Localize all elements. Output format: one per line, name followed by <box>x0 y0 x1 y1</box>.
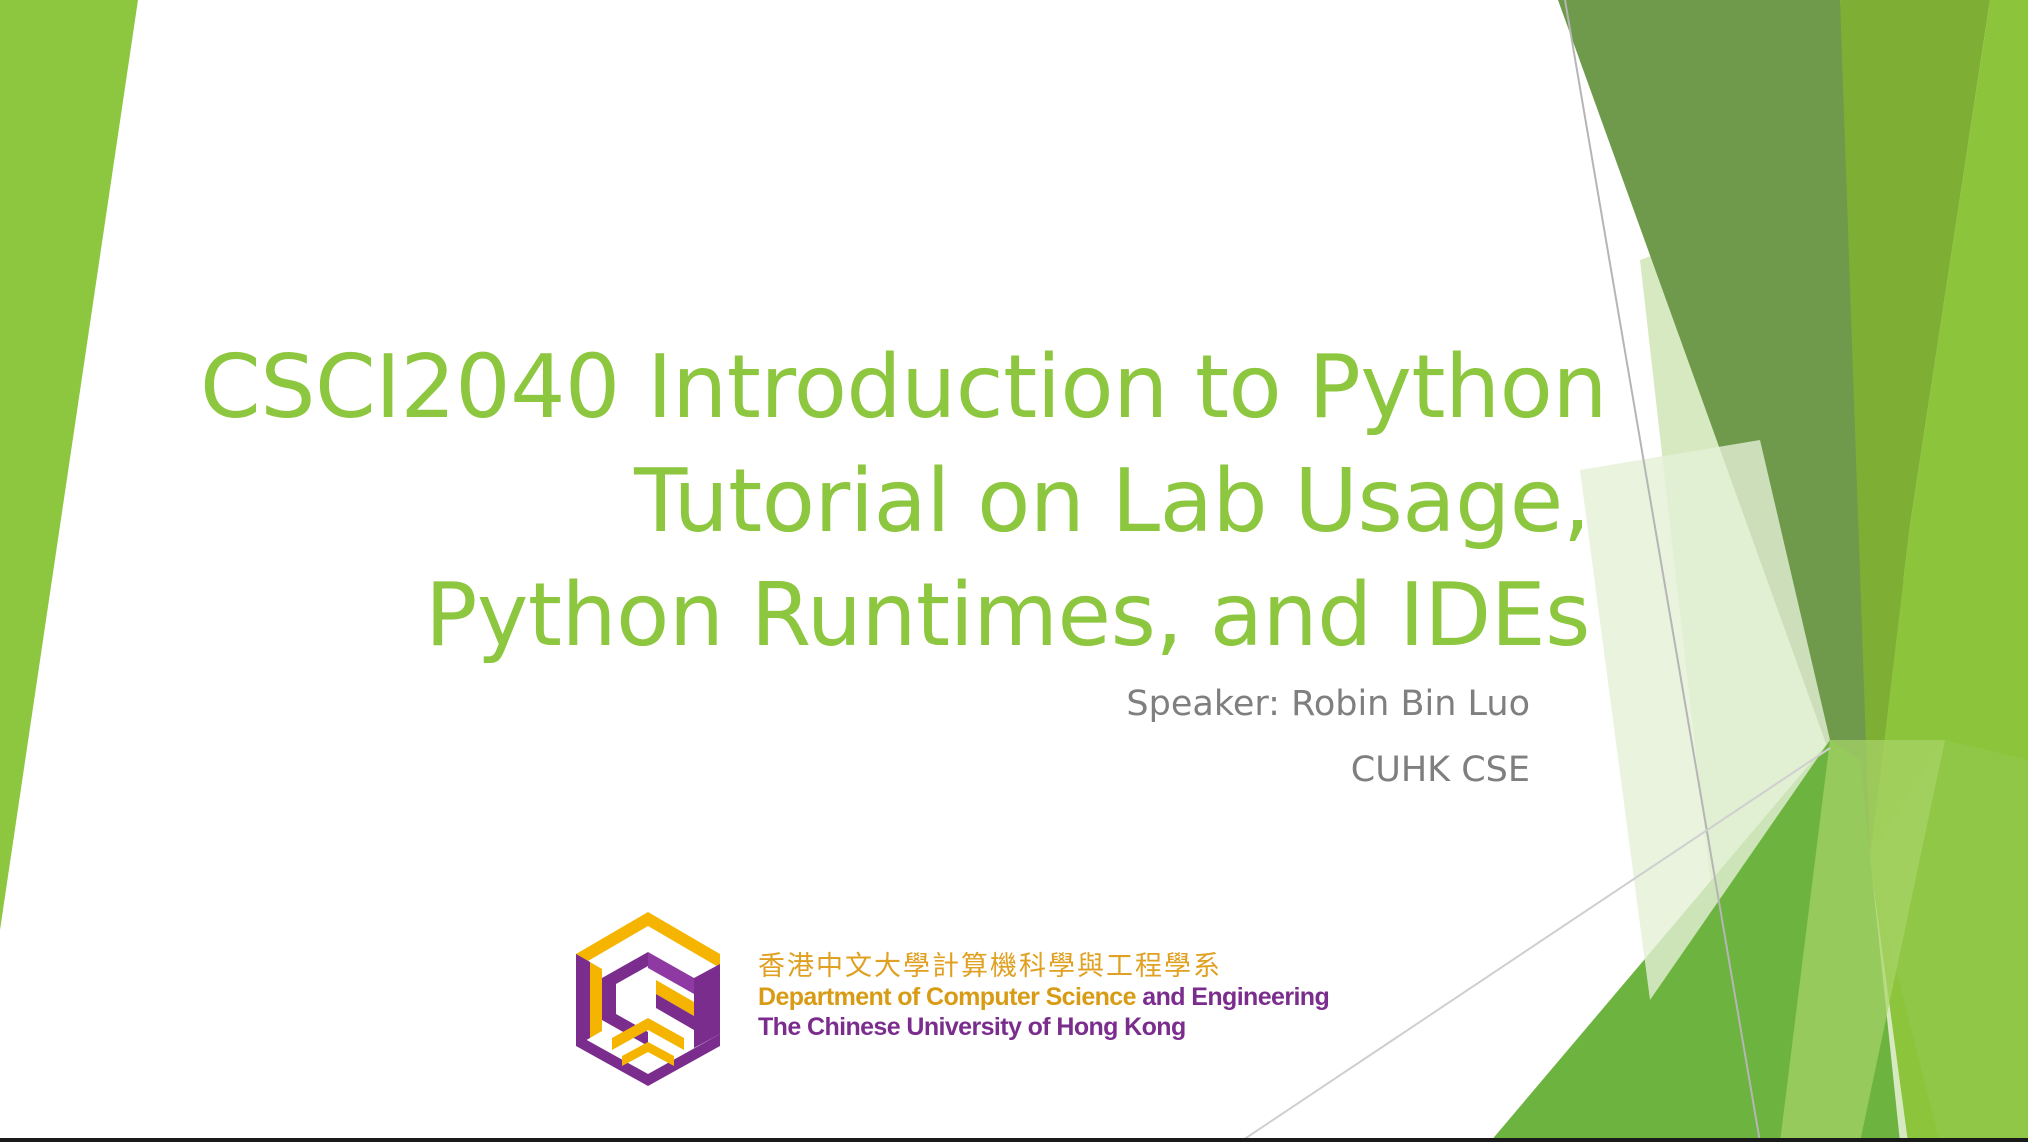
slide-title: CSCI2040 Introduction to Python Tutorial… <box>200 330 1608 672</box>
logo-dept-part2: and Engineering <box>1142 983 1330 1011</box>
logo-chinese-name: 香港中文大學計算機科學與工程學系 <box>758 951 1222 981</box>
affiliation-text: CUHK CSE <box>1350 750 1530 790</box>
title-line-3: Python Runtimes, and IDEs <box>424 564 1591 666</box>
logo-department-name: Department of Computer Science and Engin… <box>758 982 1330 1012</box>
slide: CSCI2040 Introduction to Python Tutorial… <box>0 0 2028 1142</box>
left-green-shape <box>0 0 138 930</box>
speaker-text: Speaker: Robin Bin Luo <box>1126 684 1530 724</box>
cse-hexagon-logo-icon <box>576 912 720 1086</box>
title-line-2: Tutorial on Lab Usage, <box>634 450 1590 552</box>
logo-dept-part1: Department of Computer Science <box>758 983 1137 1011</box>
logo-text-block: 香港中文大學計算機科學與工程學系 Department of Computer … <box>758 950 1330 1042</box>
title-line-1: CSCI2040 Introduction to Python <box>200 336 1608 438</box>
logo-university-name: The Chinese University of Hong Kong <box>758 1013 1186 1041</box>
bottom-border <box>0 1138 2028 1142</box>
cse-logo: 香港中文大學計算機科學與工程學系 Department of Computer … <box>568 908 1330 1088</box>
